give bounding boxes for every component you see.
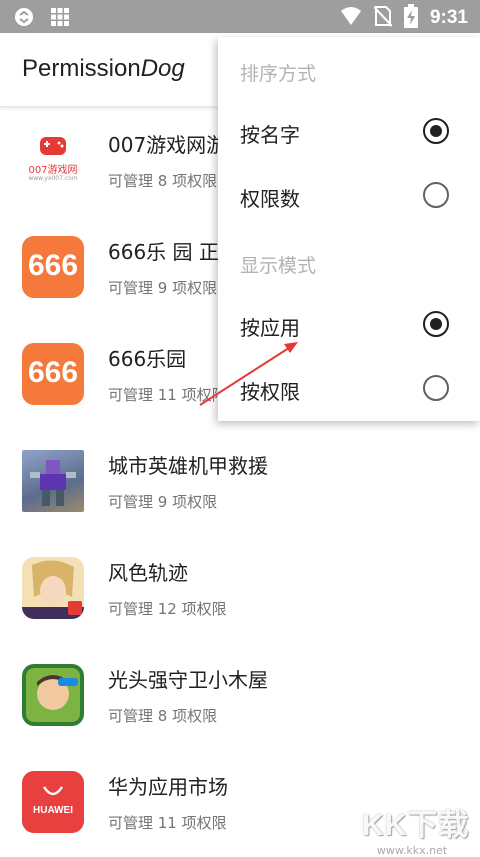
radio-unchecked-icon[interactable] xyxy=(423,182,449,208)
wifi-icon xyxy=(340,6,362,30)
app-name: 光头强守卫小木屋 xyxy=(108,668,268,692)
display-option-by-app[interactable]: 按应用 xyxy=(218,294,480,358)
kkx-watermark: KK下载 www.kkx.net xyxy=(362,800,480,857)
app-name: 007游戏网游 xyxy=(108,133,227,157)
battery-charging-icon xyxy=(403,4,418,32)
666-icon: 666 xyxy=(22,236,84,298)
radio-unchecked-icon[interactable] xyxy=(423,375,449,401)
option-label: 按权限 xyxy=(240,380,300,404)
app-icon-text: 666 xyxy=(27,249,79,282)
radio-checked-icon[interactable] xyxy=(423,311,449,337)
list-item[interactable]: 风色轨迹 可管理 12 项权限 xyxy=(0,535,480,642)
grid-icon xyxy=(50,7,70,31)
app-permission-count: 可管理 9 项权限 xyxy=(108,493,218,511)
666-icon: 666 xyxy=(22,343,84,405)
app-title-italic: Dog xyxy=(140,55,185,82)
app-permission-count: 可管理 8 项权限 xyxy=(108,172,218,190)
app-title-plain: Permission xyxy=(22,55,141,82)
app-name: 风色轨迹 xyxy=(108,561,188,585)
sort-display-popup-menu: 排序方式 按名字 权限数 显示模式 按应用 按权限 xyxy=(218,37,480,421)
app-icon-subtext: www.yx007.com xyxy=(28,175,78,182)
option-label: 按名字 xyxy=(240,123,300,147)
app-icon-text: 666 xyxy=(27,356,79,389)
mecha-game-icon xyxy=(22,450,84,512)
app-permission-count: 可管理 12 项权限 xyxy=(108,600,227,618)
007-game-icon: 007游戏网 www.yx007.com xyxy=(22,129,84,191)
display-option-by-permission[interactable]: 按权限 xyxy=(218,358,480,422)
sort-option-by-permission-count[interactable]: 权限数 xyxy=(218,165,480,229)
app-name: 666乐 园 正 xyxy=(108,240,219,264)
app-icon-text: HUAWEI xyxy=(33,805,73,816)
app-name: 666乐园 xyxy=(108,347,187,371)
huawei-appgallery-icon: HUAWEI xyxy=(22,771,84,833)
watermark-logo: KK下载 xyxy=(362,809,470,842)
app-permission-count: 可管理 8 项权限 xyxy=(108,707,218,725)
cast-icon xyxy=(14,7,34,31)
sort-option-by-name[interactable]: 按名字 xyxy=(218,101,480,165)
bear-game-icon xyxy=(22,664,84,726)
clock: 9:31 xyxy=(429,7,468,28)
app-title: PermissionDog xyxy=(22,55,185,83)
status-bar: 9:31 xyxy=(0,0,480,33)
app-icon-text: 007游戏网 xyxy=(28,165,78,176)
app-name: 城市英雄机甲救援 xyxy=(108,454,268,478)
list-item[interactable]: 城市英雄机甲救援 可管理 9 项权限 xyxy=(0,428,480,535)
anime-game-icon xyxy=(22,557,84,619)
app-permission-count: 可管理 11 项权限 xyxy=(108,386,227,404)
app-name: 华为应用市场 xyxy=(108,775,228,799)
radio-checked-icon[interactable] xyxy=(423,118,449,144)
app-permission-count: 可管理 11 项权限 xyxy=(108,814,227,832)
list-item[interactable]: 光头强守卫小木屋 可管理 8 项权限 xyxy=(0,642,480,749)
option-label: 按应用 xyxy=(240,316,300,340)
no-sim-icon xyxy=(373,5,393,31)
option-label: 权限数 xyxy=(240,187,300,211)
app-permission-count: 可管理 9 项权限 xyxy=(108,279,218,297)
watermark-url: www.kkx.net xyxy=(376,844,448,857)
sort-section-header: 排序方式 xyxy=(240,63,317,85)
display-section-header: 显示模式 xyxy=(240,255,317,277)
